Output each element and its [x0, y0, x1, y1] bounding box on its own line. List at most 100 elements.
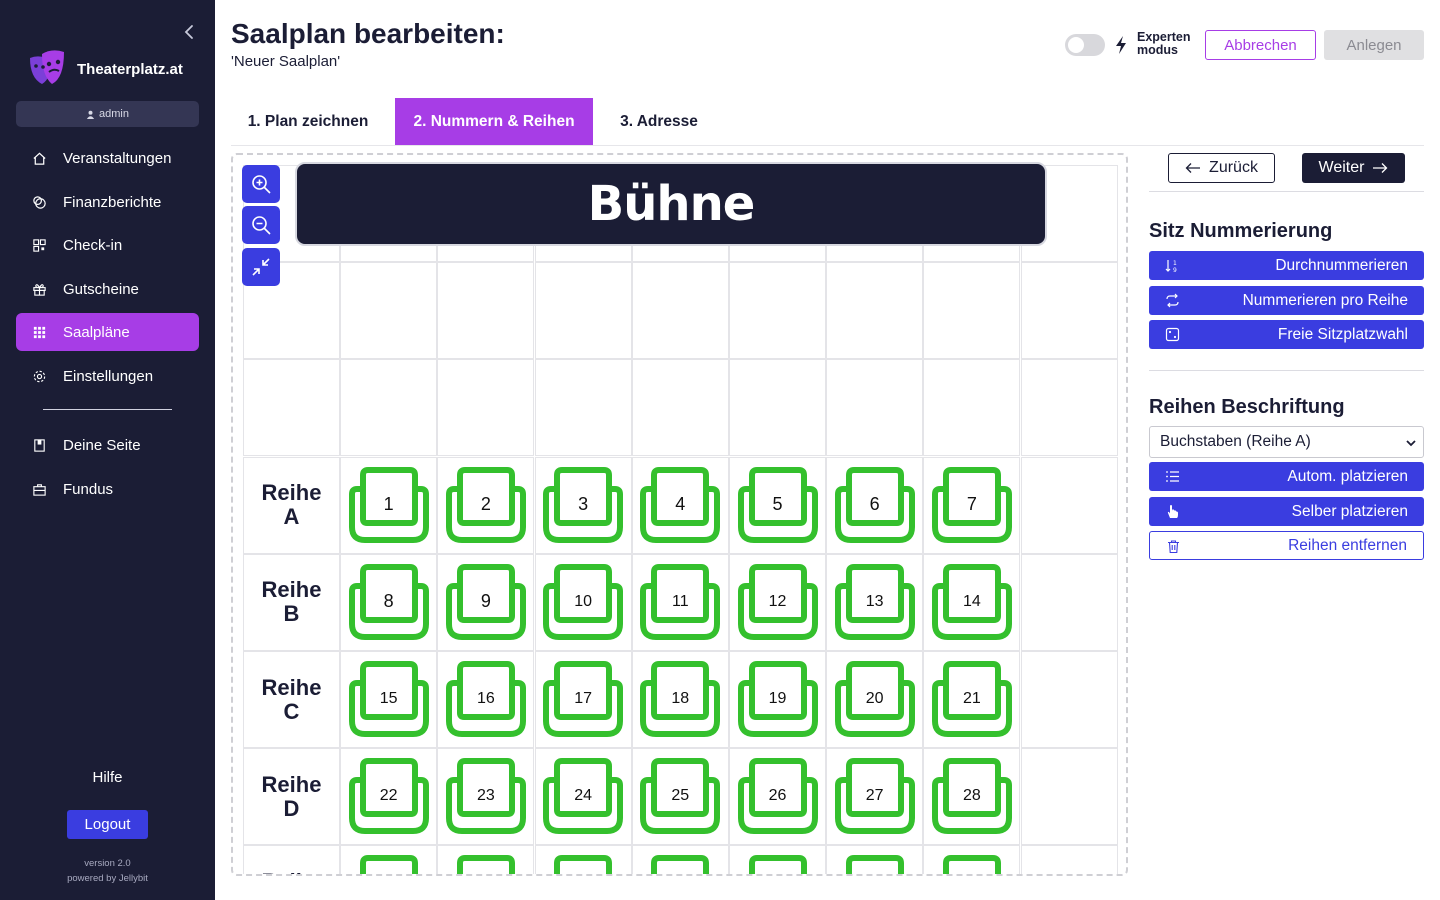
- row-label-letter: B: [283, 601, 300, 627]
- grid-cell[interactable]: [631, 359, 729, 457]
- grid-cell[interactable]: [923, 262, 1021, 360]
- remove-rows-button[interactable]: Reihen entfernen: [1149, 531, 1424, 560]
- seat[interactable]: 12: [737, 563, 818, 640]
- user-badge[interactable]: admin: [16, 101, 199, 127]
- fit-to-screen-button[interactable]: [242, 248, 280, 286]
- seat[interactable]: 17: [543, 661, 624, 737]
- grid-cell[interactable]: [340, 262, 438, 360]
- seat[interactable]: 19: [737, 661, 818, 737]
- seat[interactable]: 16: [445, 661, 526, 737]
- logout-button[interactable]: Logout: [67, 810, 148, 839]
- seat[interactable]: 23: [445, 758, 526, 835]
- nav-item-fundus[interactable]: Fundus: [16, 470, 199, 508]
- seat[interactable]: 11: [640, 563, 721, 640]
- seat[interactable]: [349, 855, 429, 874]
- grid-cell[interactable]: [923, 359, 1021, 457]
- seat[interactable]: 25: [640, 758, 721, 835]
- seat[interactable]: 24: [543, 758, 624, 835]
- grid-cell[interactable]: [826, 359, 924, 457]
- tab-adresse[interactable]: 3. Adresse: [603, 98, 715, 145]
- numbering-per-row-button[interactable]: Nummerieren pro Reihe: [1149, 286, 1424, 315]
- grid-cell[interactable]: [1020, 262, 1118, 360]
- create-button[interactable]: Anlegen: [1324, 30, 1424, 60]
- seat[interactable]: 21: [931, 661, 1012, 737]
- zoom-in-button[interactable]: [242, 165, 280, 203]
- seat[interactable]: 2: [445, 466, 526, 543]
- row-label-letter: D: [283, 795, 300, 821]
- grid-cell[interactable]: [1020, 748, 1118, 846]
- grid-cell[interactable]: [826, 262, 924, 360]
- seat[interactable]: 26: [737, 758, 818, 835]
- nav-item-einstellungen[interactable]: Einstellungen: [16, 357, 199, 395]
- grid-cell[interactable]: [1020, 456, 1118, 554]
- seat[interactable]: 13: [834, 563, 915, 640]
- grid-cell[interactable]: [1020, 553, 1118, 651]
- seat[interactable]: 8: [348, 563, 429, 640]
- nav-item-gutscheine[interactable]: Gutscheine: [16, 270, 199, 308]
- seat[interactable]: 27: [834, 758, 915, 835]
- seat[interactable]: [835, 855, 915, 874]
- seat[interactable]: [738, 855, 818, 874]
- tab-nummern-reihen[interactable]: 2. Nummern & Reihen: [395, 98, 593, 145]
- grid-cell[interactable]: [1020, 845, 1118, 874]
- seat[interactable]: 10: [543, 563, 624, 640]
- cancel-button[interactable]: Abbrechen: [1205, 30, 1316, 60]
- seat[interactable]: 5: [737, 466, 818, 543]
- grid-cell[interactable]: [631, 262, 729, 360]
- collapse-sidebar-icon[interactable]: [183, 22, 201, 42]
- grid-cell[interactable]: [340, 359, 438, 457]
- grid-cell[interactable]: [243, 359, 340, 457]
- seat[interactable]: 3: [543, 466, 624, 543]
- nav-item-veranstaltungen[interactable]: Veranstaltungen: [16, 139, 199, 177]
- nav-label: Finanzberichte: [63, 193, 162, 211]
- seat[interactable]: 7: [931, 466, 1012, 543]
- seat[interactable]: 1: [348, 466, 429, 543]
- nav-item-saalplaene[interactable]: Saalpläne: [16, 313, 199, 351]
- theater-masks-logo: [28, 48, 66, 92]
- auto-place-rows-button[interactable]: Autom. platzieren: [1149, 462, 1424, 491]
- seat[interactable]: 9: [445, 563, 526, 640]
- grid-cell[interactable]: [437, 359, 535, 457]
- seat[interactable]: 28: [931, 758, 1012, 835]
- back-button[interactable]: Zurück: [1168, 153, 1275, 183]
- seat-number: 28: [962, 787, 981, 805]
- grid-cell[interactable]: [534, 359, 632, 457]
- seat[interactable]: [932, 855, 1012, 874]
- book-icon: [34, 438, 45, 452]
- seat[interactable]: 14: [931, 563, 1012, 640]
- seat[interactable]: 18: [640, 661, 721, 737]
- help-link[interactable]: Hilfe: [0, 769, 215, 786]
- seat[interactable]: [446, 855, 526, 874]
- seat[interactable]: [640, 855, 720, 874]
- seat-plan-canvas[interactable]: Reihe A 1 2 3 4 5 6 7 Reihe B 8 9 10 11 12 13 14 Reihe C 15 1…: [231, 153, 1128, 876]
- btn-label: Freie Sitzplatzwahl: [1277, 325, 1408, 343]
- grid-cell[interactable]: [437, 262, 535, 360]
- grid-cell[interactable]: [1020, 359, 1118, 457]
- btn-label: Durchnummerieren: [1275, 256, 1408, 274]
- zoom-in-icon: [252, 175, 271, 194]
- next-button[interactable]: Weiter: [1302, 153, 1405, 183]
- numbering-sequential-button[interactable]: 19 Durchnummerieren: [1149, 251, 1424, 280]
- manual-place-rows-button[interactable]: Selber platzieren: [1149, 497, 1424, 526]
- free-seating-button[interactable]: Freie Sitzplatzwahl: [1149, 320, 1424, 349]
- row-label-style-select[interactable]: Buchstaben (Reihe A): [1149, 426, 1424, 458]
- seat[interactable]: 15: [348, 661, 429, 737]
- nav-item-finanzberichte[interactable]: Finanzberichte: [16, 183, 199, 221]
- grid-cell[interactable]: [729, 359, 826, 457]
- nav-item-deine-seite[interactable]: Deine Seite: [16, 426, 199, 464]
- zoom-out-button[interactable]: [242, 206, 280, 244]
- seat[interactable]: [543, 855, 623, 874]
- grid-cell[interactable]: [534, 262, 632, 360]
- seat[interactable]: 4: [640, 466, 721, 543]
- seat[interactable]: 22: [348, 758, 429, 835]
- seat[interactable]: 6: [834, 466, 915, 543]
- grid-cell[interactable]: [1020, 651, 1118, 748]
- tab-plan-zeichnen[interactable]: 1. Plan zeichnen: [231, 98, 385, 145]
- grid-cell[interactable]: [729, 262, 826, 360]
- expert-mode-toggle[interactable]: [1065, 34, 1105, 56]
- seat[interactable]: 20: [834, 661, 915, 737]
- svg-text:1: 1: [1173, 260, 1177, 267]
- row-label-word: Reihe: [262, 869, 322, 874]
- brand-name: Theaterplatz.at: [77, 61, 183, 78]
- nav-item-check-in[interactable]: Check-in: [16, 226, 199, 264]
